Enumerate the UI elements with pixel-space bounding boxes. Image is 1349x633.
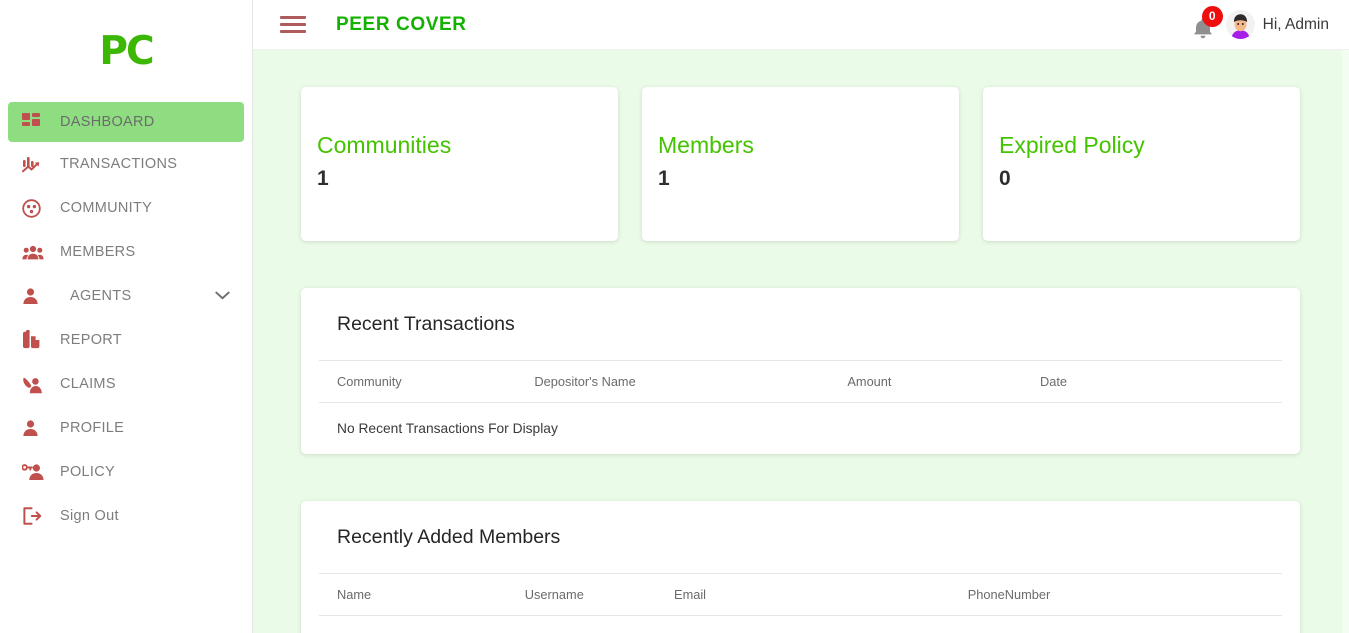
community-circle-icon — [22, 198, 60, 218]
hamburger-bar — [280, 16, 306, 19]
dashboard-page: PC DASHBOARD TRANSACTIONS COMMUNITY MEMB… — [0, 0, 1349, 633]
sidebar-item-profile[interactable]: PROFILE — [0, 406, 252, 450]
column-header-email: Email — [656, 573, 950, 616]
notification-badge: 0 — [1201, 5, 1223, 27]
table-row: Oremei Akande praizoh oremei.akande@gmai… — [319, 616, 1282, 633]
column-header-actions — [1137, 573, 1282, 616]
user-greeting[interactable]: Hi, Admin — [1263, 16, 1329, 34]
stat-card-communities[interactable]: Communities 1 — [301, 87, 618, 241]
sidebar: PC DASHBOARD TRANSACTIONS COMMUNITY MEMB… — [0, 0, 253, 633]
sidebar-item-label: Sign Out — [60, 508, 119, 524]
content-area: Communities 1 Members 1 Expired Policy 0… — [253, 50, 1349, 633]
right-gutter — [1342, 50, 1349, 633]
cell-name: Oremei Akande — [319, 616, 507, 633]
hamburger-menu-icon[interactable] — [280, 14, 306, 36]
person-key-icon — [22, 463, 60, 481]
stat-card-title: Expired Policy — [999, 132, 1145, 158]
column-header-username: Username — [506, 573, 657, 616]
claim-hand-icon — [22, 375, 60, 394]
sidebar-item-community[interactable]: COMMUNITY — [0, 186, 252, 230]
table-head: Community Depositor's Name Amount Date — [319, 360, 1282, 403]
sidebar-item-label: MEMBERS — [60, 244, 136, 260]
panel-title: Recent Transactions — [337, 313, 515, 335]
app-logo[interactable]: PC — [0, 0, 252, 102]
user-avatar-icon — [1225, 10, 1255, 39]
panel-title: Recently Added Members — [337, 526, 561, 548]
stat-cards-row: Communities 1 Members 1 Expired Policy 0 — [301, 50, 1300, 241]
person-icon — [22, 419, 60, 437]
sidebar-item-agents[interactable]: AGENTS — [0, 274, 252, 318]
recent-transactions-table: Community Depositor's Name Amount Date N… — [319, 360, 1282, 454]
stat-card-members[interactable]: Members 1 — [642, 87, 959, 241]
avatar[interactable] — [1225, 10, 1255, 39]
table-header-row: Name Username Email PhoneNumber — [319, 573, 1282, 616]
hamburger-bar — [280, 30, 306, 33]
stat-card-value: 1 — [317, 166, 329, 190]
clipboard-report-icon — [22, 330, 60, 350]
cell-action: View more — [1138, 616, 1282, 633]
sidebar-item-dashboard[interactable]: DASHBOARD — [8, 102, 244, 142]
table-body: No Recent Transactions For Display — [319, 403, 1282, 455]
recently-added-members-table: Name Username Email PhoneNumber Oremei A… — [319, 573, 1282, 633]
cell-phone: 08298765345 — [950, 616, 1138, 633]
sidebar-item-claims[interactable]: CLAIMS — [0, 362, 252, 406]
column-header-amount: Amount — [829, 360, 1022, 403]
notifications-button[interactable]: 0 — [1190, 5, 1223, 42]
column-header-phone: PhoneNumber — [949, 573, 1138, 616]
column-header-community: Community — [319, 360, 517, 403]
person-icon — [22, 287, 60, 305]
sidebar-item-label: COMMUNITY — [60, 200, 153, 216]
sidebar-nav: DASHBOARD TRANSACTIONS COMMUNITY MEMBERS… — [0, 102, 252, 538]
table-body: Oremei Akande praizoh oremei.akande@gmai… — [319, 616, 1282, 633]
chart-trend-icon — [22, 155, 60, 174]
sidebar-item-label: POLICY — [60, 464, 115, 480]
cell-email: oremei.akande@gmail.com — [656, 616, 950, 633]
stat-card-title: Communities — [317, 132, 452, 158]
pc-logo-icon: PC — [99, 28, 154, 74]
cell-username: praizoh — [507, 616, 656, 633]
sidebar-item-label: CLAIMS — [60, 376, 116, 392]
top-bar: PEER COVER 0 Hi, Admin — [253, 0, 1349, 50]
table-header-row: Community Depositor's Name Amount Date — [319, 360, 1282, 403]
column-header-depositor: Depositor's Name — [516, 360, 830, 403]
sidebar-item-policy[interactable]: POLICY — [0, 450, 252, 494]
dashboard-grid-icon — [22, 112, 60, 132]
sidebar-item-label: AGENTS — [70, 288, 132, 304]
sidebar-item-label: PROFILE — [60, 420, 125, 436]
sidebar-item-label: TRANSACTIONS — [60, 156, 178, 172]
logout-icon — [22, 506, 60, 526]
table-empty-row: No Recent Transactions For Display — [319, 403, 1282, 455]
members-group-icon — [22, 244, 60, 261]
sidebar-item-transactions[interactable]: TRANSACTIONS — [0, 142, 252, 186]
sidebar-item-sign-out[interactable]: Sign Out — [0, 494, 252, 538]
stat-card-value: 0 — [999, 166, 1011, 190]
stat-card-expired-policy[interactable]: Expired Policy 0 — [983, 87, 1300, 241]
main-area: PEER COVER 0 Hi, Admin Communities 1 Mem… — [253, 0, 1349, 633]
chevron-down-icon[interactable] — [215, 287, 230, 305]
stat-card-value: 1 — [658, 166, 670, 190]
sidebar-item-members[interactable]: MEMBERS — [0, 230, 252, 274]
sidebar-item-label: REPORT — [60, 332, 122, 348]
empty-state-message: No Recent Transactions For Display — [337, 421, 558, 436]
top-bar-right: 0 Hi, Admin — [1190, 5, 1335, 42]
stat-card-title: Members — [658, 132, 754, 158]
recently-added-members-panel: Recently Added Members Name Username Ema… — [301, 501, 1300, 633]
recent-transactions-panel: Recent Transactions Community Depositor'… — [301, 288, 1300, 454]
table-head: Name Username Email PhoneNumber — [319, 573, 1282, 616]
sidebar-item-label: DASHBOARD — [60, 114, 155, 130]
brand-title: PEER COVER — [336, 13, 467, 35]
column-header-name: Name — [319, 573, 507, 616]
column-header-date: Date — [1021, 360, 1282, 403]
hamburger-bar — [280, 23, 306, 26]
sidebar-item-report[interactable]: REPORT — [0, 318, 252, 362]
